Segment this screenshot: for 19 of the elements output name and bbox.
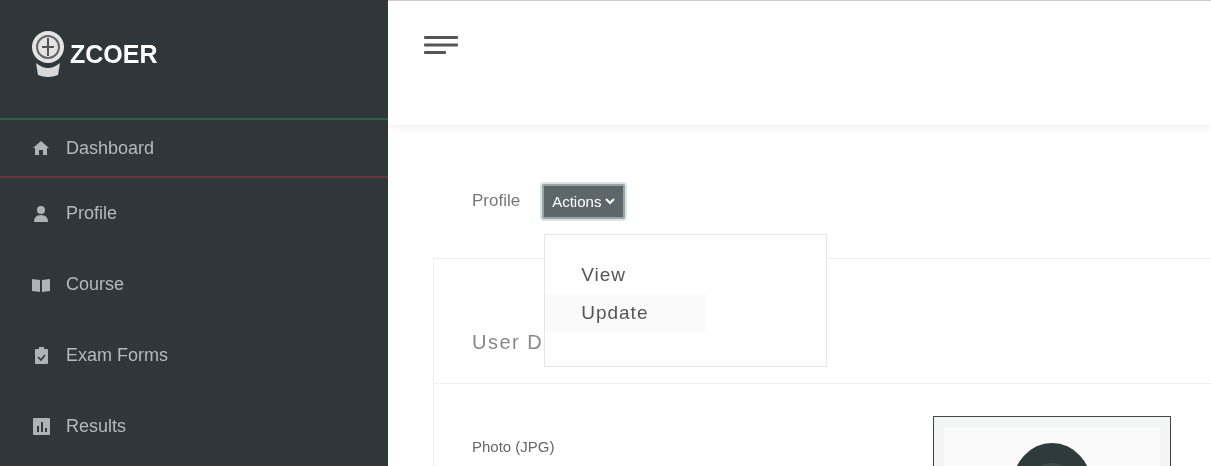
crest-logo-icon [30, 29, 66, 79]
chart-icon [32, 418, 50, 435]
menu-item[interactable]: View [545, 255, 707, 294]
book-icon [31, 276, 51, 293]
sidebar-item[interactable]: Profile [0, 178, 388, 249]
menu-item[interactable]: Update [545, 293, 707, 332]
sidebar-item[interactable]: Results [0, 391, 388, 462]
breadcrumb-label: Profile [472, 191, 521, 211]
brand-name: ZCOER [70, 39, 158, 69]
menu-icon[interactable] [424, 36, 458, 54]
sidebar-item[interactable]: Dashboard [0, 120, 388, 178]
actions-button[interactable]: Actions [542, 183, 626, 219]
sidebar-item[interactable]: Exam Forms [0, 320, 388, 391]
user-icon [33, 204, 49, 223]
clipboard-icon [33, 346, 49, 365]
caret-icon [605, 197, 616, 205]
home-icon [32, 140, 50, 156]
sidebar-item[interactable]: Course [0, 249, 388, 320]
field-label: Photo (JPG) [472, 438, 555, 457]
